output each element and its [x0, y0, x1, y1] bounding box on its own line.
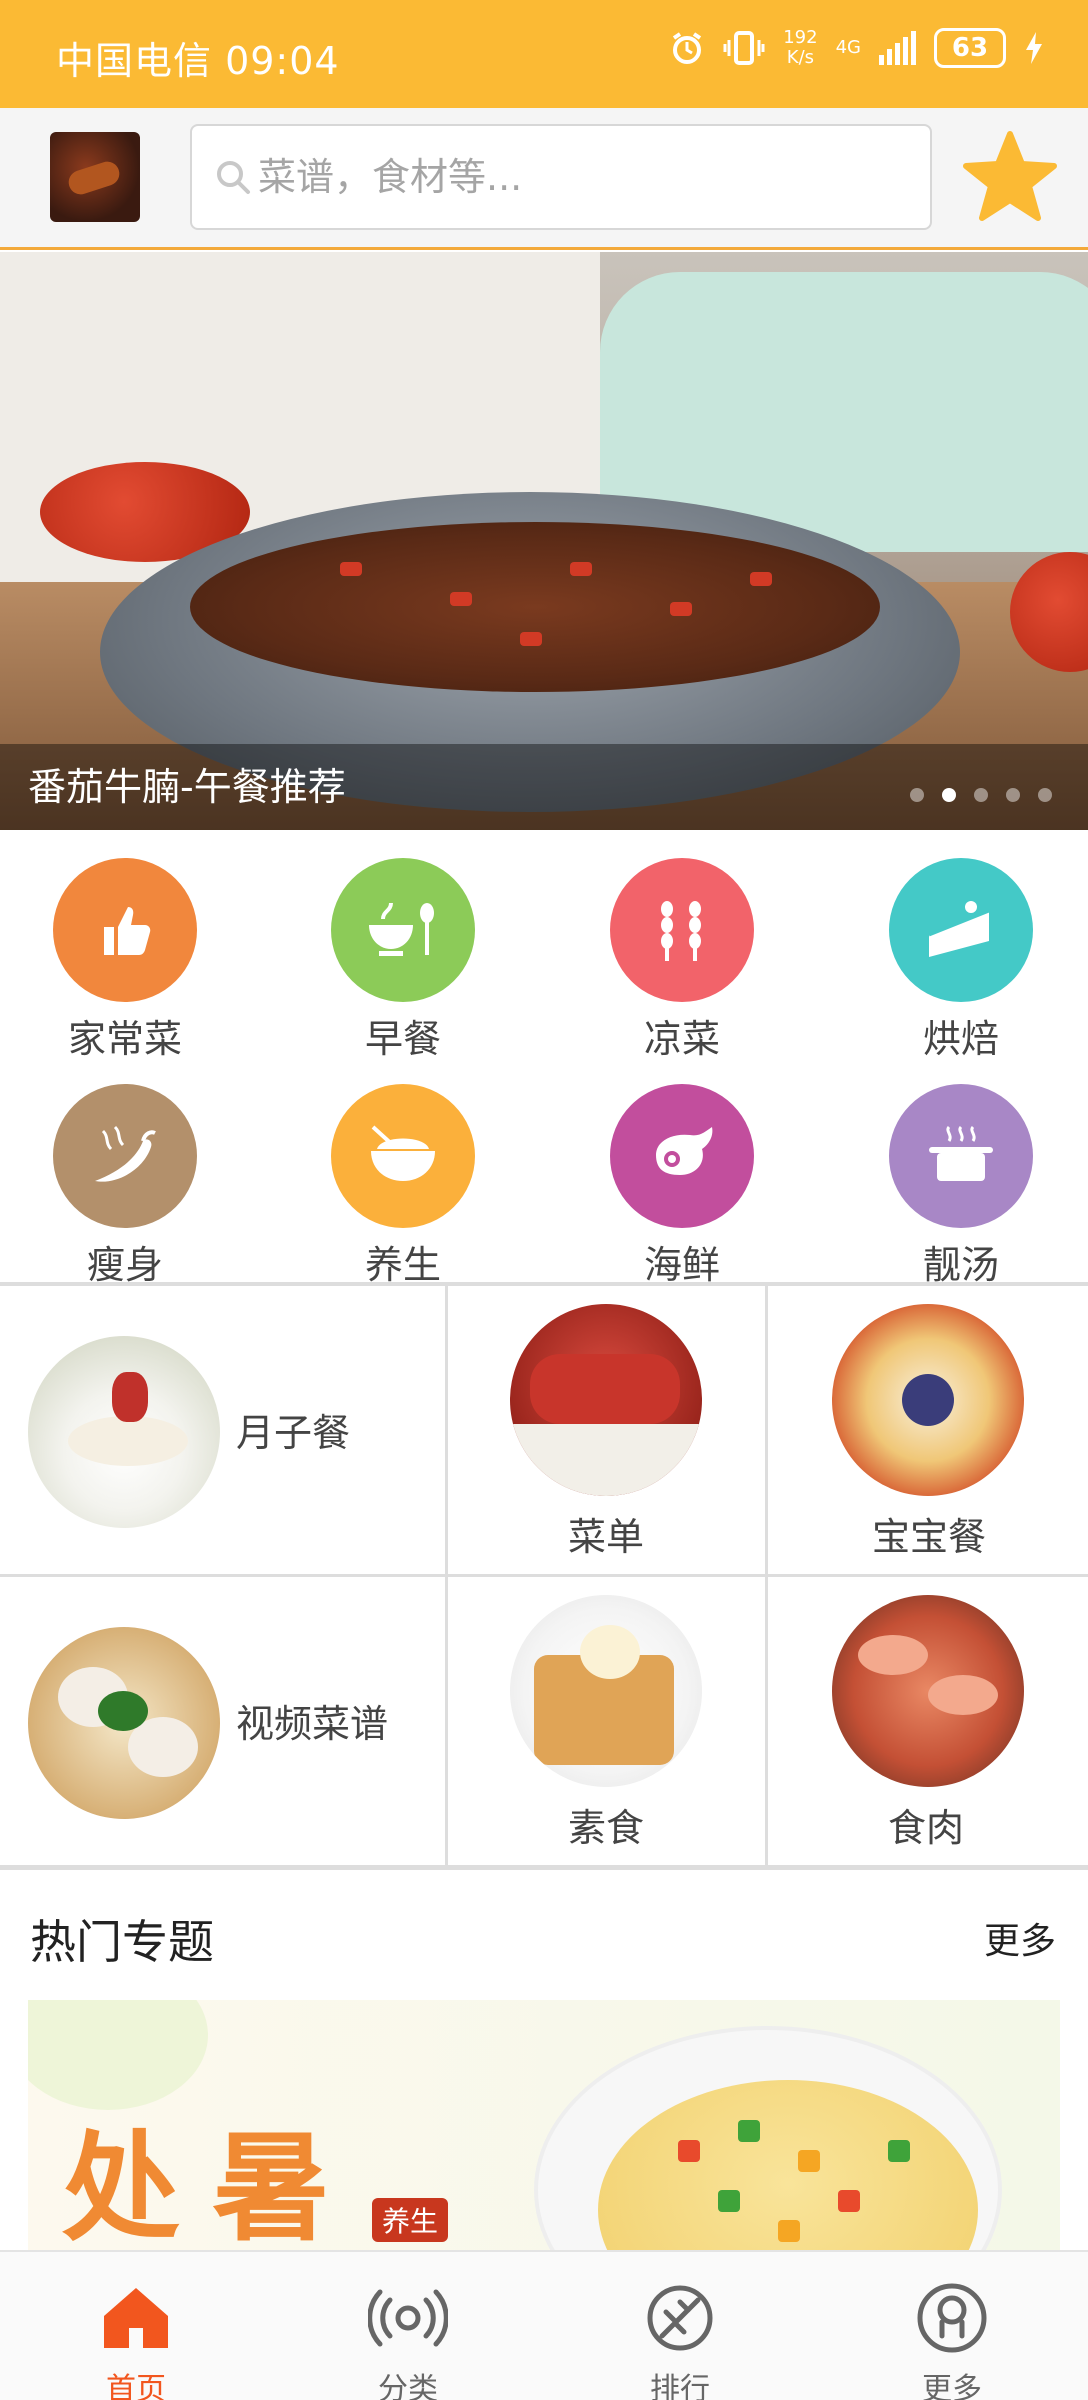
- category-health[interactable]: 养生: [303, 1084, 503, 1287]
- nav-label: 分类: [378, 2372, 438, 2400]
- battery-indicator: 63: [934, 28, 1006, 68]
- category-label: 海鲜: [643, 1243, 720, 1287]
- category-label: 养生: [364, 1243, 441, 1287]
- category-cold-dishes[interactable]: 凉菜: [582, 858, 782, 1061]
- feature-grid: 月子餐 菜单 宝宝餐 视频菜谱 素食 食肉: [0, 1286, 1088, 1868]
- alarm-icon: [673, 32, 702, 64]
- category-label: 凉菜: [643, 1017, 720, 1061]
- broadcast-icon: [367, 2289, 449, 2347]
- search-input[interactable]: [258, 155, 858, 199]
- nav-category[interactable]: 分类: [272, 2252, 544, 2400]
- star-icon[interactable]: [960, 128, 1060, 228]
- user-avatar[interactable]: [50, 132, 140, 222]
- carousel-dot[interactable]: [974, 788, 988, 802]
- category-grid: 家常菜 早餐 凉菜 烘焙 瘦身 养生 海鲜 靓汤: [0, 846, 1088, 1287]
- topic-tag: 养生: [372, 2198, 449, 2242]
- category-baking[interactable]: 烘焙: [861, 858, 1061, 1061]
- category-label: 靓汤: [922, 1243, 999, 1287]
- category-home-cooking[interactable]: 家常菜: [25, 858, 225, 1061]
- menu-photo: [510, 1304, 702, 1496]
- topic-banner[interactable]: 处暑 养生: [28, 2000, 1060, 2250]
- banner-carousel[interactable]: 番茄牛腩-午餐推荐: [0, 252, 1088, 830]
- section-title: 热门专题: [30, 1915, 214, 1969]
- ham-icon: [610, 1084, 754, 1228]
- soup-pot-icon: [889, 1084, 1033, 1228]
- category-label: 瘦身: [86, 1243, 163, 1287]
- search-icon: [217, 161, 250, 194]
- app-header: [0, 108, 1088, 250]
- carousel-dot[interactable]: [1038, 788, 1052, 802]
- cake-icon: [889, 858, 1033, 1002]
- category-label: 早餐: [364, 1017, 441, 1061]
- status-icons: 192 K/s 4G 63: [669, 28, 1044, 68]
- banner-caption: 番茄牛腩-午餐推荐: [0, 744, 1088, 830]
- feature-label: 菜单: [568, 1515, 645, 1559]
- feature-meat[interactable]: 食肉: [768, 1577, 1088, 1868]
- category-soup[interactable]: 靓汤: [861, 1084, 1061, 1287]
- feature-label: 素食: [568, 1806, 645, 1850]
- carrier-time: 中国电信 09:04: [56, 39, 340, 83]
- nav-label: 首页: [106, 2372, 166, 2400]
- category-label: 烘焙: [922, 1017, 999, 1061]
- nav-home[interactable]: 首页: [0, 2252, 272, 2400]
- feature-label: 宝宝餐: [872, 1515, 987, 1559]
- carousel-dot-active[interactable]: [942, 788, 956, 802]
- search-box[interactable]: [190, 124, 932, 230]
- feature-baby-meal[interactable]: 宝宝餐: [768, 1286, 1088, 1577]
- vibrate-icon: [723, 31, 765, 65]
- feature-label: 视频菜谱: [236, 1702, 389, 1746]
- nav-ranking[interactable]: 排行: [544, 2252, 816, 2400]
- wheat-icon: [610, 858, 754, 1002]
- more-link[interactable]: 更多: [984, 1912, 1056, 1964]
- feature-label: 食肉: [888, 1806, 965, 1850]
- category-slimming[interactable]: 瘦身: [25, 1084, 225, 1287]
- feature-vegetarian[interactable]: 素食: [448, 1577, 768, 1868]
- topic-title: 处暑: [62, 2118, 363, 2250]
- network-type: 4G: [835, 37, 861, 58]
- pepper-icon: [53, 1084, 197, 1228]
- ranking-icon: [647, 2285, 713, 2351]
- nav-more[interactable]: 更多: [816, 2252, 1088, 2400]
- status-bar: 中国电信 09:04 192 K/s 4G 63: [0, 0, 1088, 108]
- feature-confinement-meal[interactable]: 月子餐: [0, 1286, 448, 1577]
- category-breakfast[interactable]: 早餐: [303, 858, 503, 1061]
- rice-bowl-icon: [331, 1084, 475, 1228]
- meat-photo: [832, 1595, 1024, 1787]
- nav-label: 更多: [922, 2372, 982, 2400]
- baby-meal-photo: [832, 1304, 1024, 1496]
- feature-menu[interactable]: 菜单: [448, 1286, 768, 1577]
- signal-icon: [879, 31, 916, 65]
- category-seafood[interactable]: 海鲜: [582, 1084, 782, 1287]
- vegetarian-photo: [510, 1595, 702, 1787]
- bowl-spoon-icon: [331, 858, 475, 1002]
- bottom-navigation: 首页 分类 排行 更多: [0, 2250, 1088, 2400]
- carousel-dot[interactable]: [1006, 788, 1020, 802]
- nav-label: 排行: [650, 2372, 710, 2400]
- charging-icon: [1026, 32, 1042, 64]
- feature-video-recipes[interactable]: 视频菜谱: [0, 1577, 448, 1868]
- thumbs-up-icon: [53, 858, 197, 1002]
- video-recipes-photo: [28, 1627, 220, 1819]
- divider: [0, 1866, 1088, 1870]
- category-label: 家常菜: [67, 1017, 182, 1061]
- carousel-dots: [910, 788, 1052, 802]
- confinement-meal-photo: [28, 1336, 220, 1528]
- banner-stew: [190, 522, 880, 692]
- more-icon: [917, 2283, 987, 2353]
- feature-label: 月子餐: [236, 1411, 351, 1455]
- carousel-dot[interactable]: [910, 788, 924, 802]
- home-icon: [104, 2288, 168, 2348]
- network-speed: 192 K/s: [783, 27, 818, 68]
